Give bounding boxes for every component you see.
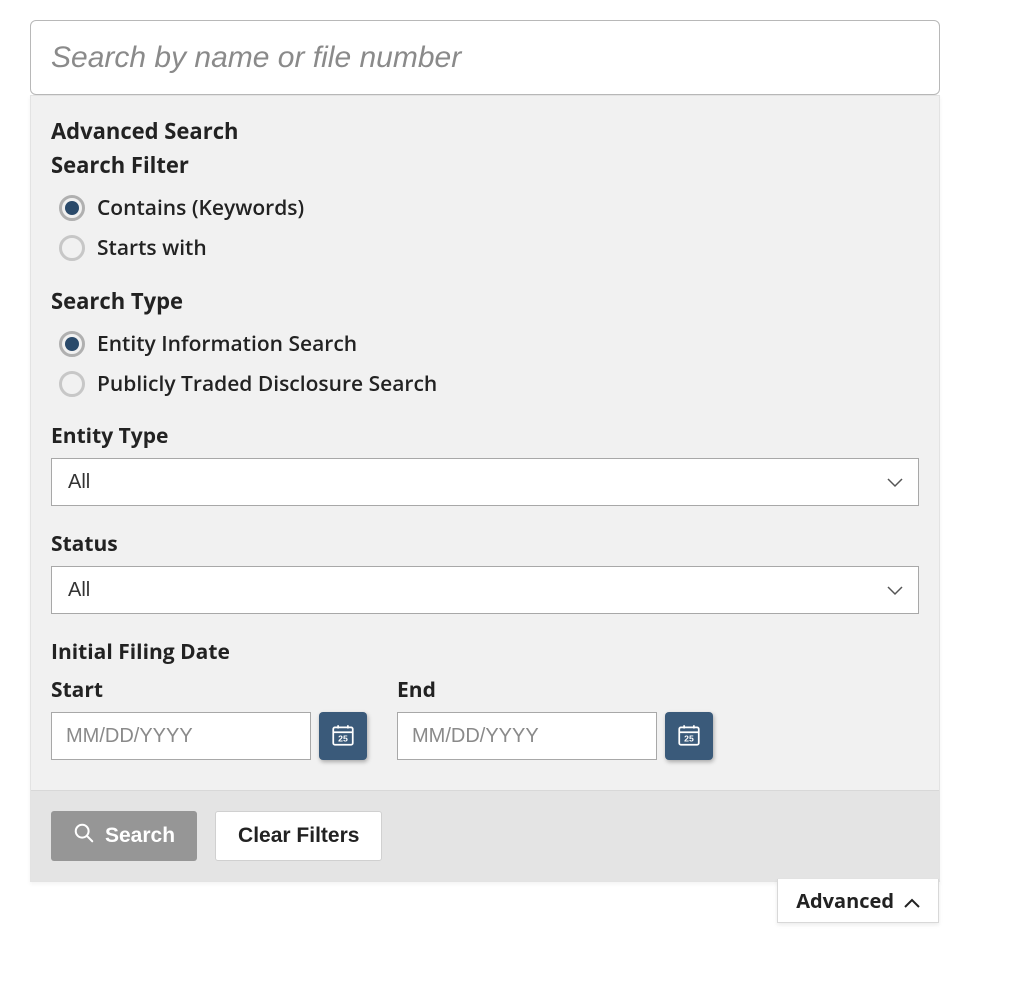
start-date-calendar-button[interactable]: 25 [319,712,367,760]
search-filter-group: Contains (Keywords) Starts with [51,194,919,262]
panel-footer: Search Clear Filters [31,790,939,881]
search-filter-title: Search Filter [51,150,919,180]
radio-publicly-traded[interactable]: Publicly Traded Disclosure Search [59,370,919,398]
start-date-label: Start [51,676,367,704]
search-button[interactable]: Search [51,811,197,861]
search-icon [73,822,95,850]
radio-icon [59,235,85,261]
advanced-toggle-tab[interactable]: Advanced [777,879,939,923]
search-button-label: Search [105,824,175,848]
entity-type-select[interactable]: All [51,458,919,506]
filing-date-label: Initial Filing Date [51,638,919,666]
advanced-search-title: Advanced Search [51,116,919,146]
calendar-icon: 25 [330,722,356,751]
radio-icon [59,371,85,397]
radio-label: Entity Information Search [97,330,357,358]
search-type-group: Entity Information Search Publicly Trade… [51,330,919,398]
advanced-search-panel: Advanced Search Search Filter Contains (… [30,95,940,882]
radio-label: Contains (Keywords) [97,194,304,222]
end-date-calendar-button[interactable]: 25 [665,712,713,760]
end-date-label: End [397,676,713,704]
radio-entity-information[interactable]: Entity Information Search [59,330,919,358]
svg-text:25: 25 [684,733,694,743]
status-select[interactable]: All [51,566,919,614]
search-type-title: Search Type [51,286,919,316]
entity-type-label: Entity Type [51,422,919,450]
radio-starts-with[interactable]: Starts with [59,234,919,262]
chevron-up-icon [904,887,920,914]
radio-label: Publicly Traded Disclosure Search [97,370,437,398]
start-date-input[interactable] [51,712,311,760]
radio-icon [59,331,85,357]
advanced-toggle-label: Advanced [796,887,894,914]
svg-text:25: 25 [338,733,348,743]
calendar-icon: 25 [676,722,702,751]
radio-icon [59,195,85,221]
status-label: Status [51,530,919,558]
radio-label: Starts with [97,234,207,262]
end-date-input[interactable] [397,712,657,760]
clear-filters-button[interactable]: Clear Filters [215,811,382,861]
radio-contains-keywords[interactable]: Contains (Keywords) [59,194,919,222]
main-search-input[interactable] [30,20,940,95]
